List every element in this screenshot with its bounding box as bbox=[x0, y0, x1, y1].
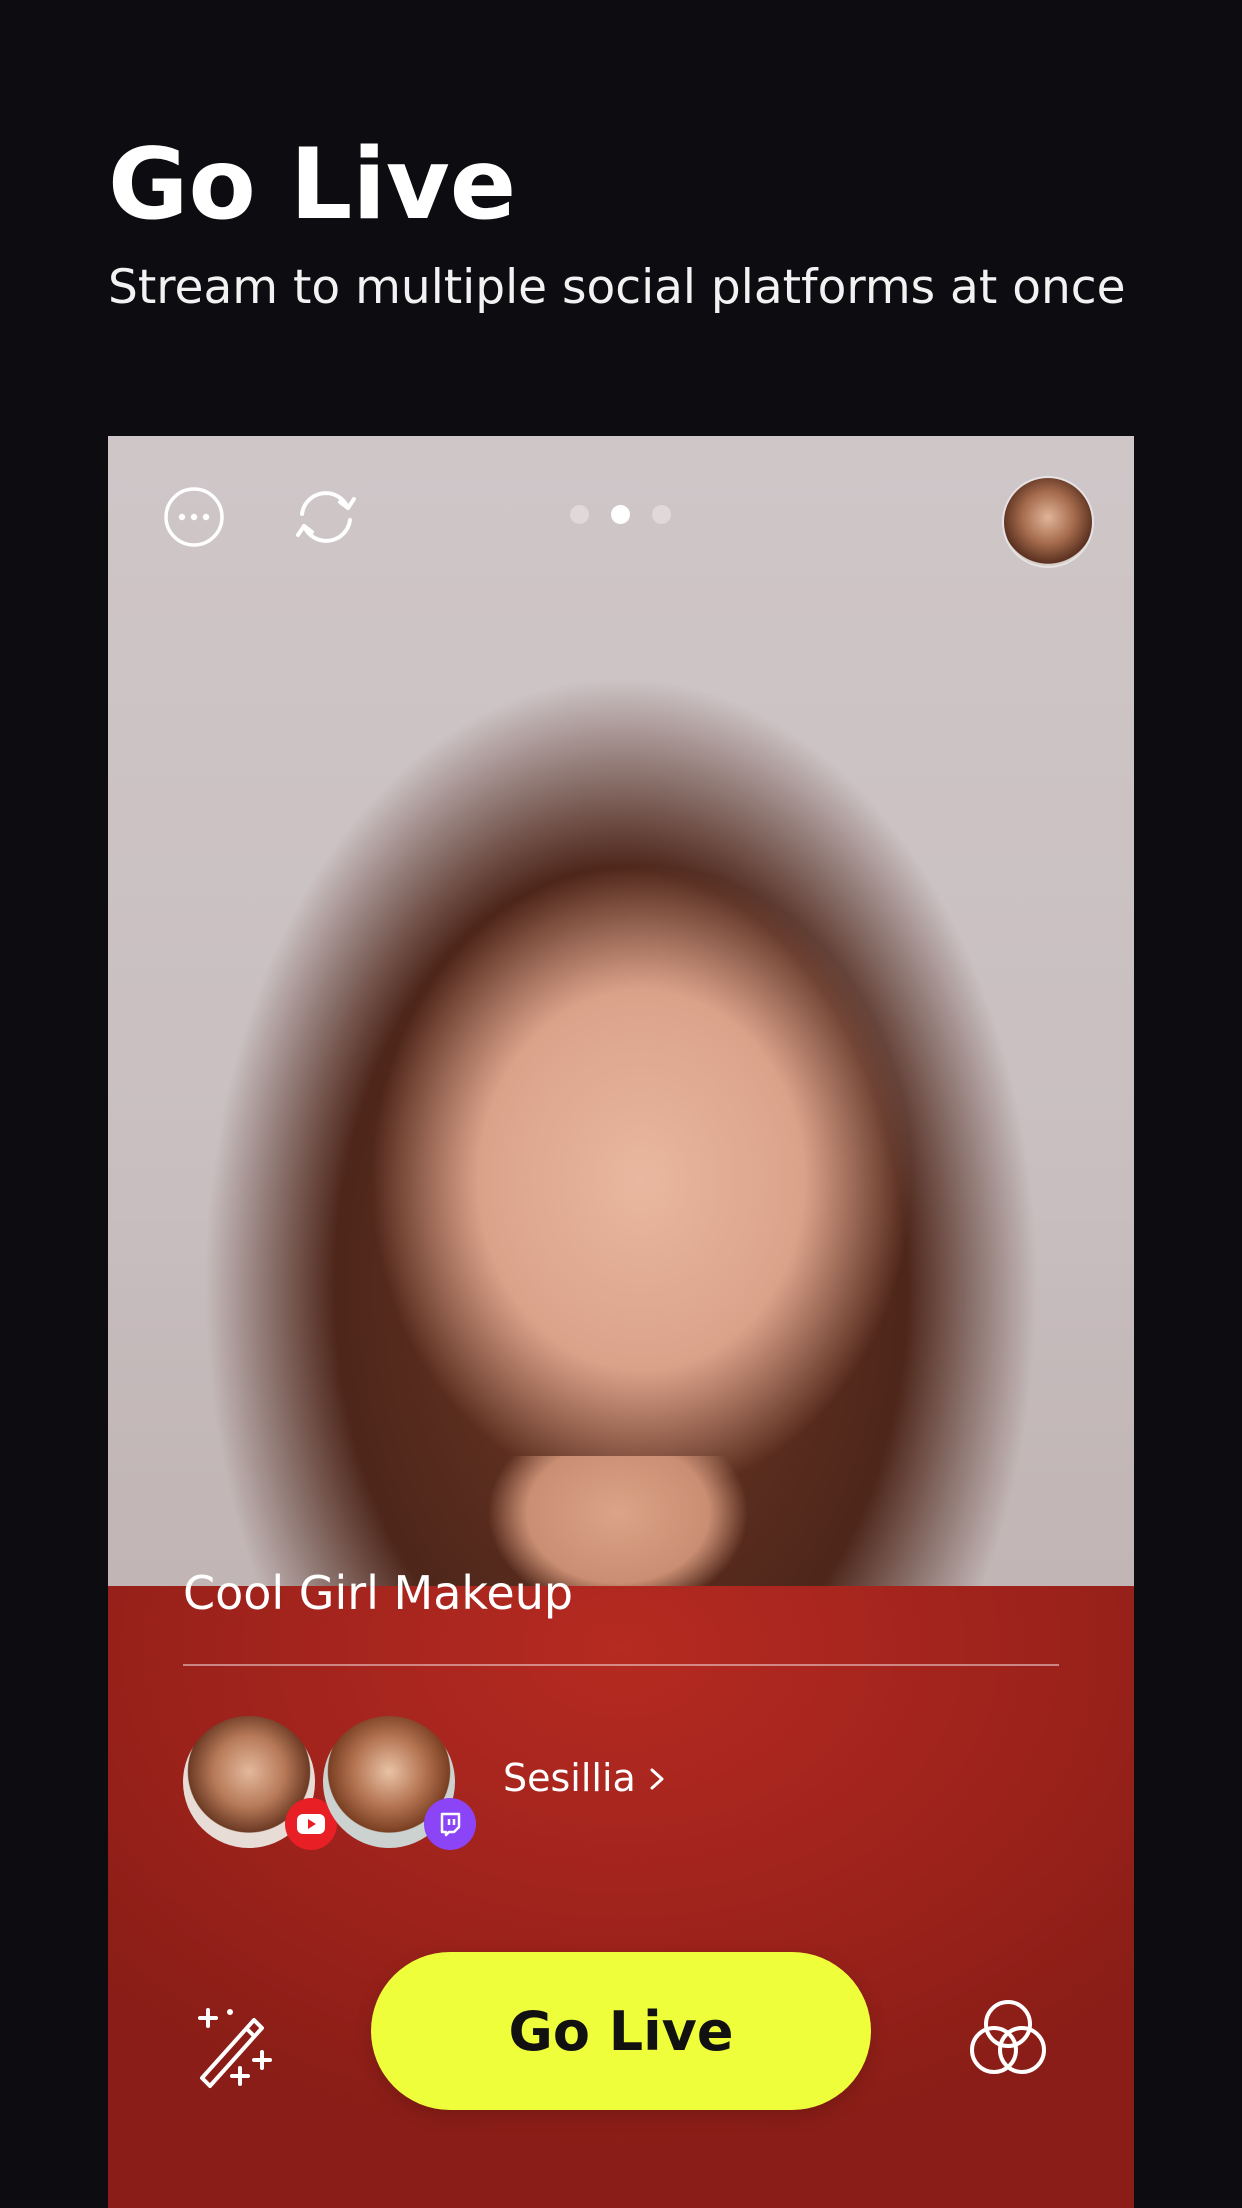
page-title: Go Live bbox=[108, 128, 517, 242]
page-indicator-dot bbox=[652, 505, 671, 524]
host-name[interactable]: Sesillia bbox=[503, 1756, 636, 1800]
flip-camera-icon[interactable] bbox=[290, 486, 362, 548]
stream-title[interactable]: Cool Girl Makeup bbox=[183, 1566, 573, 1620]
chevron-right-icon[interactable] bbox=[642, 1762, 672, 1796]
filters-circles-icon[interactable] bbox=[960, 1992, 1056, 2088]
magic-wand-icon[interactable] bbox=[188, 1996, 284, 2092]
twitch-icon bbox=[424, 1798, 476, 1850]
page-subtitle: Stream to multiple social platforms at o… bbox=[108, 260, 1126, 315]
page-indicator-dot bbox=[570, 505, 589, 524]
camera-preview: Cool Girl Makeup Sesillia Go Live bbox=[108, 436, 1134, 2208]
page-indicator bbox=[570, 505, 671, 524]
more-options-icon[interactable] bbox=[163, 486, 225, 548]
title-divider bbox=[183, 1664, 1059, 1666]
preview-sweater bbox=[108, 1586, 1134, 2208]
go-live-button[interactable]: Go Live bbox=[371, 1952, 871, 2110]
profile-avatar[interactable] bbox=[1004, 478, 1092, 566]
page-indicator-dot-active bbox=[611, 505, 630, 524]
